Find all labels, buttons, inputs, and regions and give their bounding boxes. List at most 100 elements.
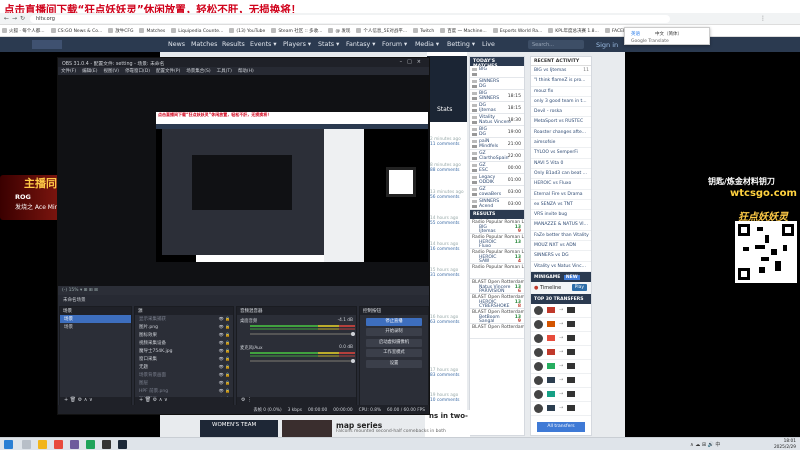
visibility-lock-icons[interactable]: 👁 🔒 bbox=[219, 388, 230, 393]
source-item[interactable]: 图层 👁 🔒 bbox=[135, 379, 233, 387]
result-row[interactable]: BLAST Open Rotterdam... Natus Vincere PARI… bbox=[470, 279, 524, 294]
slider-knob[interactable] bbox=[351, 331, 355, 336]
source-item[interactable]: 显示采集捕获 👁 🔒 bbox=[135, 315, 233, 323]
activity-item[interactable]: FaZe better than Vitality bbox=[531, 231, 591, 242]
news-item[interactable]: 2 minutes ago 11 comments bbox=[430, 137, 467, 147]
match-row[interactable]: BIG SINNERS 18:15 bbox=[470, 90, 524, 102]
activity-item[interactable]: HEROIC vs Fluxo bbox=[531, 179, 591, 190]
volume-slider[interactable] bbox=[250, 331, 355, 336]
top-article[interactable]: Stats bbox=[427, 56, 467, 122]
source-item[interactable]: 窗口采集 👁 🔒 bbox=[135, 355, 233, 363]
activity-item[interactable]: Devil - roska bbox=[531, 107, 591, 118]
source-item[interactable]: 魔导士754K.jpg 👁 🔒 bbox=[135, 347, 233, 355]
source-item[interactable]: 图片.png 👁 🔒 bbox=[135, 323, 233, 331]
nav-events[interactable]: Events ▾ bbox=[250, 41, 276, 48]
news-item[interactable]: 8 minutes ago 88 comments bbox=[430, 163, 467, 173]
chrome-icon[interactable] bbox=[54, 440, 63, 449]
source-item[interactable]: HPF 前景.png 👁 🔒 bbox=[135, 387, 233, 395]
nav-betting[interactable]: Betting ▾ bbox=[447, 41, 475, 48]
nav-matches[interactable]: Matches bbox=[191, 41, 217, 48]
visibility-lock-icons[interactable]: 👁 🔒 bbox=[219, 364, 230, 369]
match-row[interactable]: BIG bbox=[470, 66, 524, 78]
match-row[interactable]: Vitality Natus Vincere 18:30 bbox=[470, 114, 524, 126]
extensions-icon[interactable]: ⋮ bbox=[760, 15, 766, 22]
search-icon[interactable] bbox=[22, 440, 31, 449]
result-row[interactable]: Radio Popular Roman L... HEROIC SAW 13 4 bbox=[470, 249, 524, 264]
play-button[interactable]: Play bbox=[571, 283, 587, 291]
signin-link[interactable]: Sign in bbox=[596, 41, 618, 49]
obs-titlebar[interactable]: OBS 31.0.4 - 配置文件: setting - 场景: 未命名 –□× bbox=[58, 58, 429, 67]
activity-item[interactable]: VRS invite bug bbox=[531, 210, 591, 221]
source-item[interactable]: 无题 👁 🔒 bbox=[135, 363, 233, 371]
control-button[interactable]: 停止直播 bbox=[366, 317, 422, 326]
match-row[interactable]: SINNERS Acend 03:00 bbox=[470, 198, 524, 210]
clock[interactable]: 18:01 2025/2/29 bbox=[774, 439, 796, 450]
activity-item[interactable]: Only B1ad3 can beat ... bbox=[531, 169, 591, 180]
nav-fantasy[interactable]: Fantasy ▾ bbox=[346, 41, 375, 48]
transfer-row[interactable]: → bbox=[531, 318, 591, 332]
bookmark-item[interactable]: @ 发现 bbox=[328, 28, 350, 34]
obs-menu-item[interactable]: 编辑(E) bbox=[82, 69, 97, 74]
nav-players[interactable]: Players ▾ bbox=[283, 41, 311, 48]
url-field[interactable]: hltv.org bbox=[30, 15, 670, 23]
bookmark-item[interactable]: 百度 一 Machine... bbox=[440, 28, 487, 34]
start-icon[interactable] bbox=[4, 440, 13, 449]
news-item[interactable]: 17 hours ago 83 comments bbox=[430, 368, 467, 378]
activity-item[interactable]: BIG vs Ijtemas 11 bbox=[531, 66, 591, 77]
google-translate-popup[interactable]: 英语 中文（简体） Google Translate bbox=[624, 27, 710, 45]
match-row[interactable]: Legacy ODDIK 01:00 bbox=[470, 174, 524, 186]
obs-menu-item[interactable]: 配置文件(P) bbox=[156, 69, 180, 74]
obs-menu-item[interactable]: 场景集合(S) bbox=[186, 69, 210, 74]
article-thumbnail-2[interactable] bbox=[282, 420, 332, 438]
nav-media[interactable]: Media ▾ bbox=[415, 41, 439, 48]
match-row[interactable]: GZ cowaBers 03:00 bbox=[470, 186, 524, 198]
transfer-row[interactable]: → bbox=[531, 360, 591, 374]
nav-results[interactable]: Results bbox=[222, 41, 245, 48]
scene-item[interactable]: 场景 bbox=[60, 315, 131, 323]
window-controls[interactable]: –□× bbox=[400, 59, 426, 65]
steam-icon[interactable] bbox=[118, 440, 127, 449]
obs-menu-item[interactable]: 停靠窗口(D) bbox=[125, 69, 150, 74]
match-row[interactable]: GZ ClarthoSpain 22:00 bbox=[470, 150, 524, 162]
activity-item[interactable]: TYLOO vs SemperFi bbox=[531, 148, 591, 159]
activity-item[interactable]: aimsofsie bbox=[531, 138, 591, 149]
source-item[interactable]: 图标效果 👁 🔒 bbox=[135, 331, 233, 339]
activity-item[interactable]: Vitality vs Natus Vinc... bbox=[531, 262, 591, 272]
search-input[interactable]: Search... bbox=[528, 40, 584, 49]
bookmark-item[interactable]: CS:GO News & Co... bbox=[51, 28, 103, 34]
news-item[interactable]: 14 hours ago 55 comments bbox=[430, 216, 467, 226]
transfer-row[interactable]: → bbox=[531, 388, 591, 402]
control-button[interactable]: 开始录制 bbox=[366, 328, 422, 336]
tray-icons[interactable]: ∧ ☁ ⊞ 🔊 中 bbox=[690, 441, 720, 448]
activity-item[interactable]: ex SENZA vs TNT bbox=[531, 200, 591, 211]
transfer-row[interactable]: → bbox=[531, 346, 591, 360]
timeline-game[interactable]: ● Timeline Play bbox=[531, 281, 591, 294]
match-row[interactable]: SINNERS DG bbox=[470, 78, 524, 90]
volume-slider[interactable] bbox=[250, 358, 355, 363]
obs-menu-item[interactable]: 工具(T) bbox=[217, 69, 232, 74]
source-item[interactable]: 场景背景画面 👁 🔒 bbox=[135, 371, 233, 379]
news-item[interactable]: 15 hours ago 31 comments bbox=[430, 268, 467, 278]
activity-item[interactable]: SINNERS vs DG bbox=[531, 251, 591, 262]
nav-live[interactable]: Live bbox=[482, 41, 495, 48]
bookmark-item[interactable]: KPL年度总决赛 1.8... bbox=[548, 28, 599, 34]
result-row[interactable]: Radio Popular Roman L... bbox=[470, 264, 524, 279]
nav-stats[interactable]: Stats ▾ bbox=[318, 41, 339, 48]
reload-icon[interactable]: ↻ bbox=[20, 15, 25, 22]
obs-menu-item[interactable]: 文件(F) bbox=[61, 69, 76, 74]
obs-menu-item[interactable]: 视图(V) bbox=[103, 69, 119, 74]
news-item[interactable]: 19 hours ago 10 comments bbox=[430, 393, 467, 403]
file-explorer-icon[interactable] bbox=[38, 440, 47, 449]
result-row[interactable]: BLAST Open Rotterdam... bbox=[470, 324, 524, 339]
activity-item[interactable]: only 3 good team in t... bbox=[531, 97, 591, 108]
activity-item[interactable]: MANAZZE & NATUS VI... bbox=[531, 220, 591, 231]
forward-icon[interactable]: → bbox=[12, 15, 17, 22]
transfer-row[interactable]: → bbox=[531, 374, 591, 388]
visibility-lock-icons[interactable]: 👁 🔒 bbox=[219, 348, 230, 353]
back-icon[interactable]: ← bbox=[4, 15, 9, 22]
bookmark-item[interactable]: Matches bbox=[139, 28, 165, 34]
bookmark-item[interactable]: Twitch bbox=[413, 28, 434, 34]
visibility-lock-icons[interactable]: 👁 🔒 bbox=[219, 340, 230, 345]
activity-item[interactable]: "I think flameZ is pro... bbox=[531, 76, 591, 87]
activity-item[interactable]: MOUZ NXT vs ADN bbox=[531, 241, 591, 252]
